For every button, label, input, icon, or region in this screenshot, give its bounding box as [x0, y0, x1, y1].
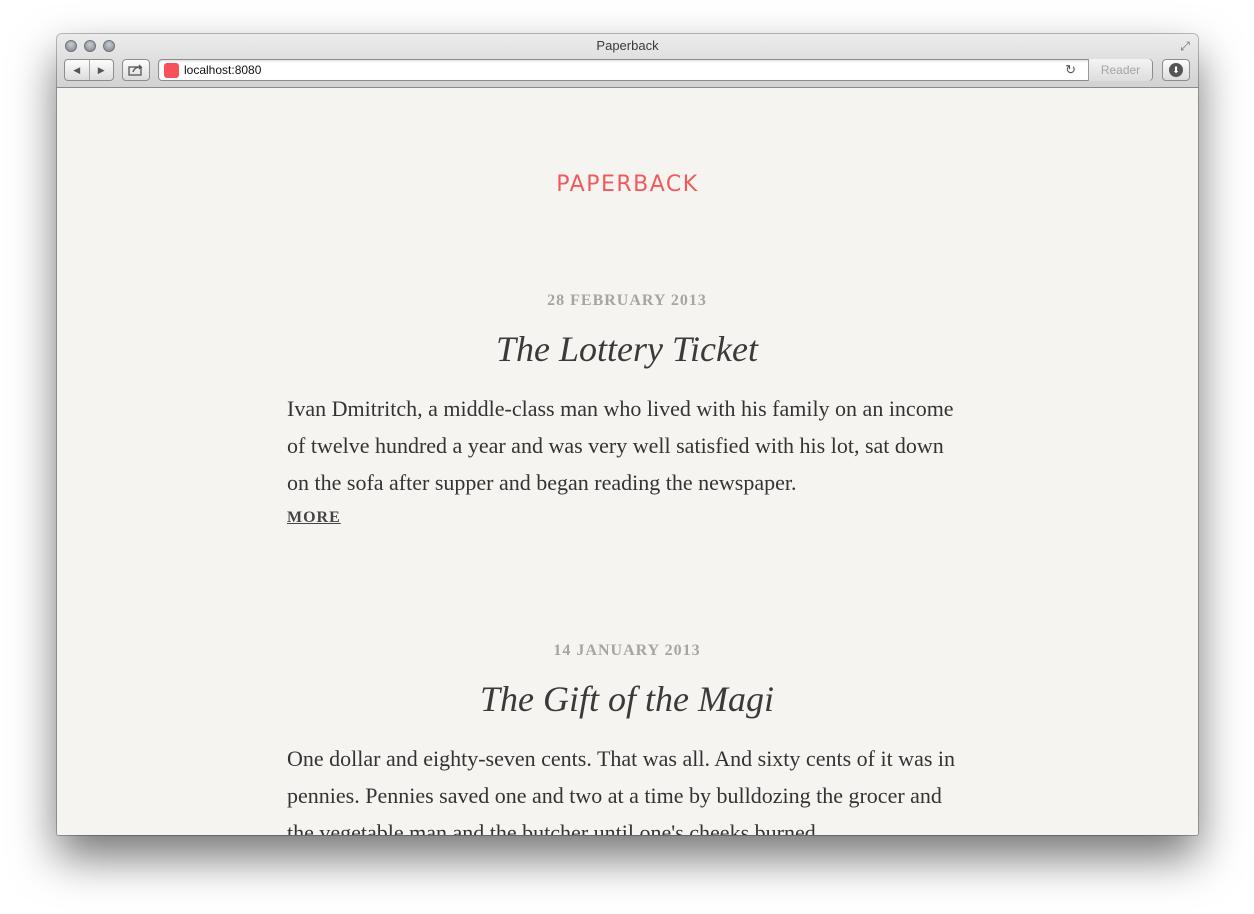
post-date: 28 FEBRUARY 2013 — [547, 292, 707, 309]
reload-icon[interactable]: ↻ — [1065, 62, 1076, 78]
title-bar: Paperback ⤢ ◀ ▶ localhost:8080 ↻ Reader … — [57, 34, 1198, 88]
fullscreen-icon[interactable]: ⤢ — [1178, 39, 1192, 53]
post-excerpt: One dollar and eighty-seven cents. That … — [287, 746, 956, 835]
address-bar[interactable]: localhost:8080 ↻ Reader — [158, 59, 1153, 81]
back-arrow-icon: ◀ — [73, 64, 81, 75]
download-icon: ⬇ — [1169, 63, 1183, 77]
window-title: Paperback — [596, 38, 659, 53]
back-button[interactable]: ◀ — [65, 60, 90, 80]
post-date: 14 JANUARY 2013 — [553, 642, 701, 659]
share-icon — [128, 64, 143, 76]
reader-button[interactable]: Reader — [1088, 59, 1152, 81]
post-excerpt: Ivan Dmitritch, a middle-class man who l… — [287, 396, 954, 495]
post-item: 14 JANUARY 2013 The Gift of the Magi One… — [287, 642, 967, 835]
favicon-icon — [164, 63, 179, 78]
browser-window: Paperback ⤢ ◀ ▶ localhost:8080 ↻ Reader … — [57, 34, 1198, 835]
more-link[interactable]: MORE — [287, 509, 341, 527]
post-item: 28 FEBRUARY 2013 The Lottery Ticket Ivan… — [287, 292, 967, 527]
navigation-buttons: ◀ ▶ — [64, 59, 114, 81]
post-title[interactable]: The Gift of the Magi — [287, 678, 967, 720]
downloads-button[interactable]: ⬇ — [1162, 59, 1190, 81]
forward-button[interactable]: ▶ — [90, 60, 114, 80]
url-text[interactable]: localhost:8080 — [184, 63, 261, 77]
page-content: PAPERBACK 28 FEBRUARY 2013 The Lottery T… — [57, 89, 1198, 835]
site-title[interactable]: PAPERBACK — [57, 172, 1198, 197]
share-button[interactable] — [122, 59, 150, 81]
forward-arrow-icon: ▶ — [97, 64, 105, 75]
post-title[interactable]: The Lottery Ticket — [287, 328, 967, 370]
